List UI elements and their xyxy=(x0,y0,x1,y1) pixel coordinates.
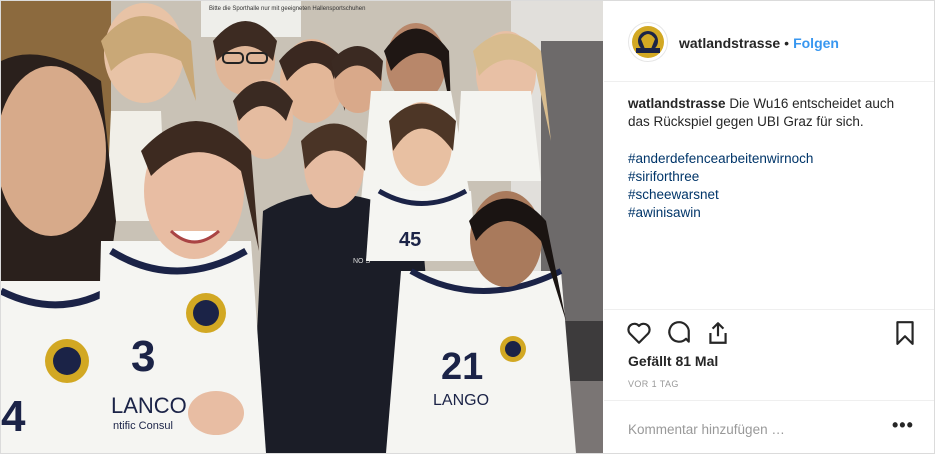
wall-sign: Bitte die Sporthalle nur mit geeigneten … xyxy=(209,6,365,12)
more-options-icon[interactable]: ••• xyxy=(892,415,914,436)
share-icon[interactable] xyxy=(705,320,731,346)
likes-count[interactable]: Gefällt 81 Mal xyxy=(628,353,718,369)
instagram-post: Bitte die Sporthalle nur mit geeigneten … xyxy=(0,0,935,454)
hashtag-link[interactable]: #siriforthree xyxy=(628,168,813,186)
post-header: watlandstrasse • Folgen xyxy=(604,1,934,82)
bookmark-icon[interactable] xyxy=(892,320,918,346)
header-user-line: watlandstrasse • Folgen xyxy=(679,35,839,51)
post-photo[interactable]: Bitte die Sporthalle nur mit geeigneten … xyxy=(1,1,603,453)
separator-dot: • xyxy=(784,35,790,51)
jersey-sponsor-3: LANCO xyxy=(111,393,187,418)
hashtag-list: #anderdefencearbeitenwirnoch #siriforthr… xyxy=(628,150,813,222)
post-caption: watlandstrasse Die Wu16 entscheidet auch… xyxy=(628,95,918,131)
jersey-sponsor-21: LANGO xyxy=(433,392,489,409)
post-side-panel: watlandstrasse • Folgen watlandstrasse Die… xyxy=(604,1,934,453)
caption-username[interactable]: watlandstrasse xyxy=(628,96,726,111)
action-bar xyxy=(604,309,934,356)
jersey-sponsor-sub-3: ntific Consul xyxy=(113,420,173,432)
hashtag-link[interactable]: #awinisawin xyxy=(628,204,813,222)
jersey-number-4: 4 xyxy=(1,392,26,441)
jersey-number-3: 3 xyxy=(131,332,155,381)
club-logo-icon xyxy=(632,26,664,58)
heart-icon[interactable] xyxy=(626,320,652,346)
comment-bar: ••• xyxy=(604,400,934,453)
hashtag-link[interactable]: #anderdefencearbeitenwirnoch xyxy=(628,150,813,168)
follow-button[interactable]: Folgen xyxy=(793,35,839,51)
username-link[interactable]: watlandstrasse xyxy=(679,35,780,51)
comment-input[interactable] xyxy=(626,417,880,441)
post-timestamp[interactable]: VOR 1 TAG xyxy=(628,379,679,389)
jersey-number-45: 45 xyxy=(399,229,421,251)
avatar[interactable] xyxy=(628,22,668,62)
jersey-number-21: 21 xyxy=(441,346,483,388)
comment-icon[interactable] xyxy=(666,320,692,346)
team-selfie-illustration: Bitte die Sporthalle nur mit geeigneten … xyxy=(1,1,603,453)
hashtag-link[interactable]: #scheewarsnet xyxy=(628,186,813,204)
